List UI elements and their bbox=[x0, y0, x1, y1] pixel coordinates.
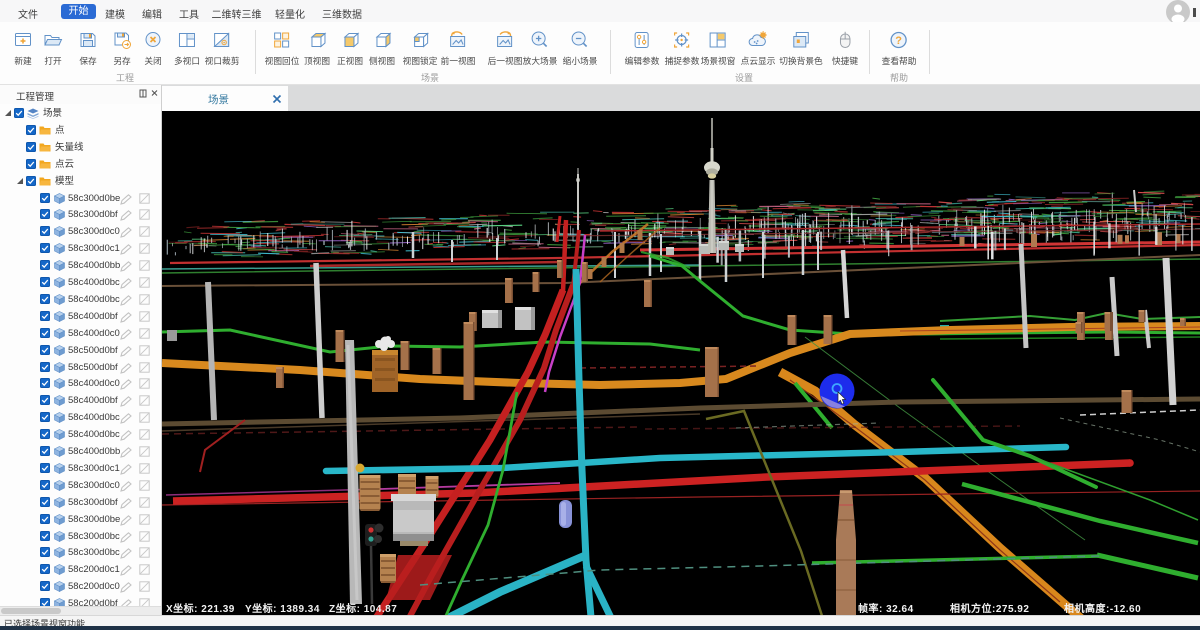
svg-text:相机方位:275.92: 相机方位:275.92 bbox=[950, 602, 1029, 615]
svg-text:帧率: 32.64: 帧率: 32.64 bbox=[858, 602, 914, 615]
svg-text:?: ? bbox=[896, 35, 903, 47]
svg-text:Z坐标: 104.87: Z坐标: 104.87 bbox=[329, 602, 397, 615]
svg-text:Y坐标: 1389.34: Y坐标: 1389.34 bbox=[245, 602, 320, 615]
svg-text:X坐标: 221.39: X坐标: 221.39 bbox=[166, 602, 235, 615]
svg-text:相机高度:-12.60: 相机高度:-12.60 bbox=[1064, 602, 1141, 615]
